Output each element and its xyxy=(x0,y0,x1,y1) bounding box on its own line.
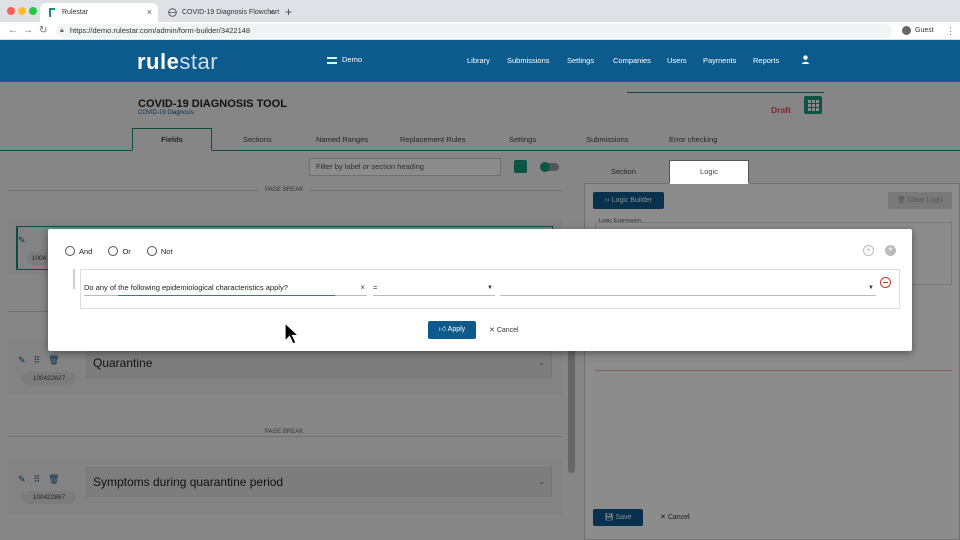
lock-icon: 🔒︎ xyxy=(60,27,64,34)
radio-circle-icon xyxy=(108,246,119,257)
condition-value-select[interactable]: ▼ xyxy=(500,280,876,296)
browser-tab-bar: Rulestar × COVID-19 Diagnosis Flowchart … xyxy=(0,0,960,22)
radio-circle-icon xyxy=(65,246,75,257)
logo-rest: star xyxy=(179,49,219,74)
more-menu-icon[interactable]: ⋮ xyxy=(946,24,955,38)
rulestar-logo[interactable]: rulestar xyxy=(137,49,218,75)
profile-button[interactable]: Guest xyxy=(902,24,934,38)
workspace-selector[interactable]: Demo xyxy=(327,55,362,64)
radio-label: Not xyxy=(160,246,173,256)
radio-label: Or xyxy=(122,246,131,256)
modal-cancel-label: Cancel xyxy=(496,327,519,334)
forward-arrow-icon[interactable]: → xyxy=(23,24,33,38)
maximize-window-button[interactable] xyxy=(29,7,37,15)
app-header: rulestar Demo Library Submissions Settin… xyxy=(0,40,960,82)
globe-icon xyxy=(168,8,177,17)
nav-reports[interactable]: Reports xyxy=(753,56,779,65)
nav-users[interactable]: Users xyxy=(667,56,687,65)
radio-circle-icon xyxy=(146,246,157,257)
tab-close-icon[interactable]: × xyxy=(269,3,274,22)
url-text: https://demo.rulestar.com/admin/form-bui… xyxy=(70,26,251,35)
apply-label: Apply xyxy=(447,326,466,333)
mouse-cursor-icon xyxy=(284,322,300,345)
user-icon[interactable] xyxy=(801,55,810,64)
condition-operator-select[interactable]: = ▼ xyxy=(373,280,495,296)
nav-companies[interactable]: Companies xyxy=(613,56,651,65)
radio-label: And xyxy=(79,246,93,256)
browser-tab-rulestar[interactable]: Rulestar × xyxy=(40,3,158,22)
radio-or[interactable]: Or xyxy=(108,246,136,257)
close-window-button[interactable] xyxy=(7,7,15,15)
operator-radio-group: And Or Not xyxy=(65,246,187,257)
nav-submissions[interactable]: Submissions xyxy=(507,56,550,65)
url-input[interactable]: 🔒︎ https://demo.rulestar.com/admin/form-… xyxy=(56,24,892,38)
address-bar: ← → ↻ 🔒︎ https://demo.rulestar.com/admin… xyxy=(0,22,960,40)
minimize-window-button[interactable] xyxy=(18,7,26,15)
condition-field-select[interactable]: Do any of the following epidemiological … xyxy=(84,280,367,296)
browser-tab-flowchart[interactable]: COVID-19 Diagnosis Flowchart × xyxy=(160,3,280,22)
back-arrow-icon[interactable]: ← xyxy=(8,24,18,38)
field-focus-underline xyxy=(118,295,335,296)
tab-title: Rulestar xyxy=(62,9,89,16)
nav-settings[interactable]: Settings xyxy=(567,56,594,65)
rulestar-favicon-icon xyxy=(49,8,55,17)
logo-main: rule xyxy=(137,49,180,74)
tab-logic[interactable]: Logic xyxy=(669,160,749,184)
profile-label: Guest xyxy=(915,27,934,34)
database-icon xyxy=(327,56,337,64)
apply-button[interactable]: 👍︎ Apply xyxy=(428,321,476,339)
condition-field-text: Do any of the following epidemiological … xyxy=(84,283,288,292)
rule-indent-bar xyxy=(73,269,75,289)
tab-close-icon[interactable]: × xyxy=(147,3,152,22)
clear-field-icon[interactable]: × xyxy=(360,280,365,296)
remove-condition-icon[interactable] xyxy=(880,277,891,288)
radio-and[interactable]: And xyxy=(65,246,98,257)
nav-library[interactable]: Library xyxy=(467,56,490,65)
tab-title: COVID-19 Diagnosis Flowchart xyxy=(182,9,280,16)
add-group-icon[interactable]: + xyxy=(863,245,874,256)
workspace-label: Demo xyxy=(342,55,363,64)
radio-not[interactable]: Not xyxy=(146,246,179,257)
modal-cancel-button[interactable]: ✕ Cancel xyxy=(489,326,519,334)
add-condition-icon[interactable]: + xyxy=(885,245,896,256)
operator-text: = xyxy=(373,283,378,292)
reload-icon[interactable]: ↻ xyxy=(39,24,47,38)
caret-down-icon: ▼ xyxy=(868,285,874,291)
nav-payments[interactable]: Payments xyxy=(703,56,736,65)
logic-builder-modal: And Or Not + + Do any of the following e… xyxy=(48,229,912,351)
caret-down-icon: ▼ xyxy=(487,285,493,291)
new-tab-icon[interactable]: + xyxy=(285,3,292,22)
avatar-icon xyxy=(902,25,911,35)
